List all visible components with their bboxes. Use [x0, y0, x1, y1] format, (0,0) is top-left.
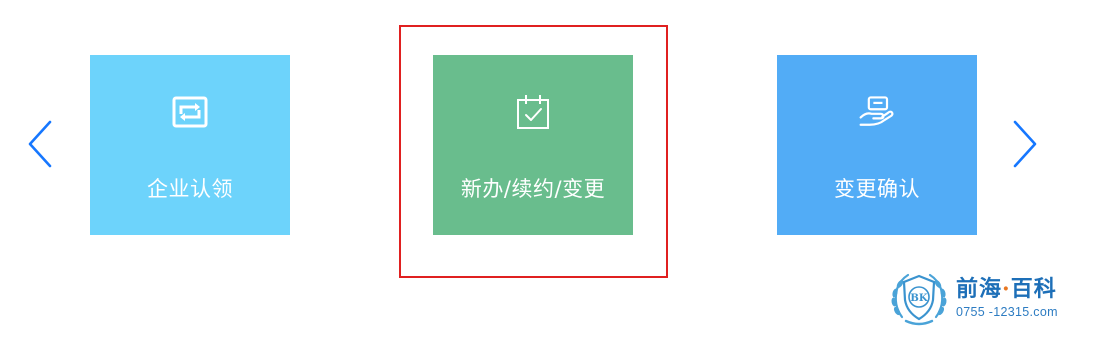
card-enterprise-claim[interactable]: 企业认领: [90, 55, 290, 235]
chevron-left-icon: [24, 118, 54, 170]
card-label: 新办/续约/变更: [460, 177, 606, 201]
calendar-check-icon: [513, 92, 553, 132]
brand-name-part1: 前海: [956, 276, 1003, 302]
carousel-prev-button[interactable]: [22, 116, 56, 172]
laurel-shield-icon: BK: [891, 273, 947, 326]
carousel-next-button[interactable]: [1009, 116, 1043, 172]
brand-name: 前海·百科: [956, 276, 1058, 302]
card-label: 企业认领: [147, 177, 233, 201]
brand-separator: ·: [1002, 276, 1011, 302]
brand-subtitle: 0755 -12315.com: [956, 305, 1058, 319]
brand-name-part2: 百科: [1010, 276, 1057, 302]
hand-card-icon: [857, 92, 897, 132]
card-label: 变更确认: [834, 177, 920, 201]
chevron-right-icon: [1011, 118, 1041, 170]
card-new-renew-change[interactable]: 新办/续约/变更: [433, 55, 633, 235]
refresh-square-icon: [170, 92, 210, 132]
seal-monogram: BK: [910, 293, 927, 304]
card-change-confirmation[interactable]: 变更确认: [777, 55, 977, 235]
watermark-logo: BK 前海·百科 0755 -12315.com: [888, 266, 1058, 330]
